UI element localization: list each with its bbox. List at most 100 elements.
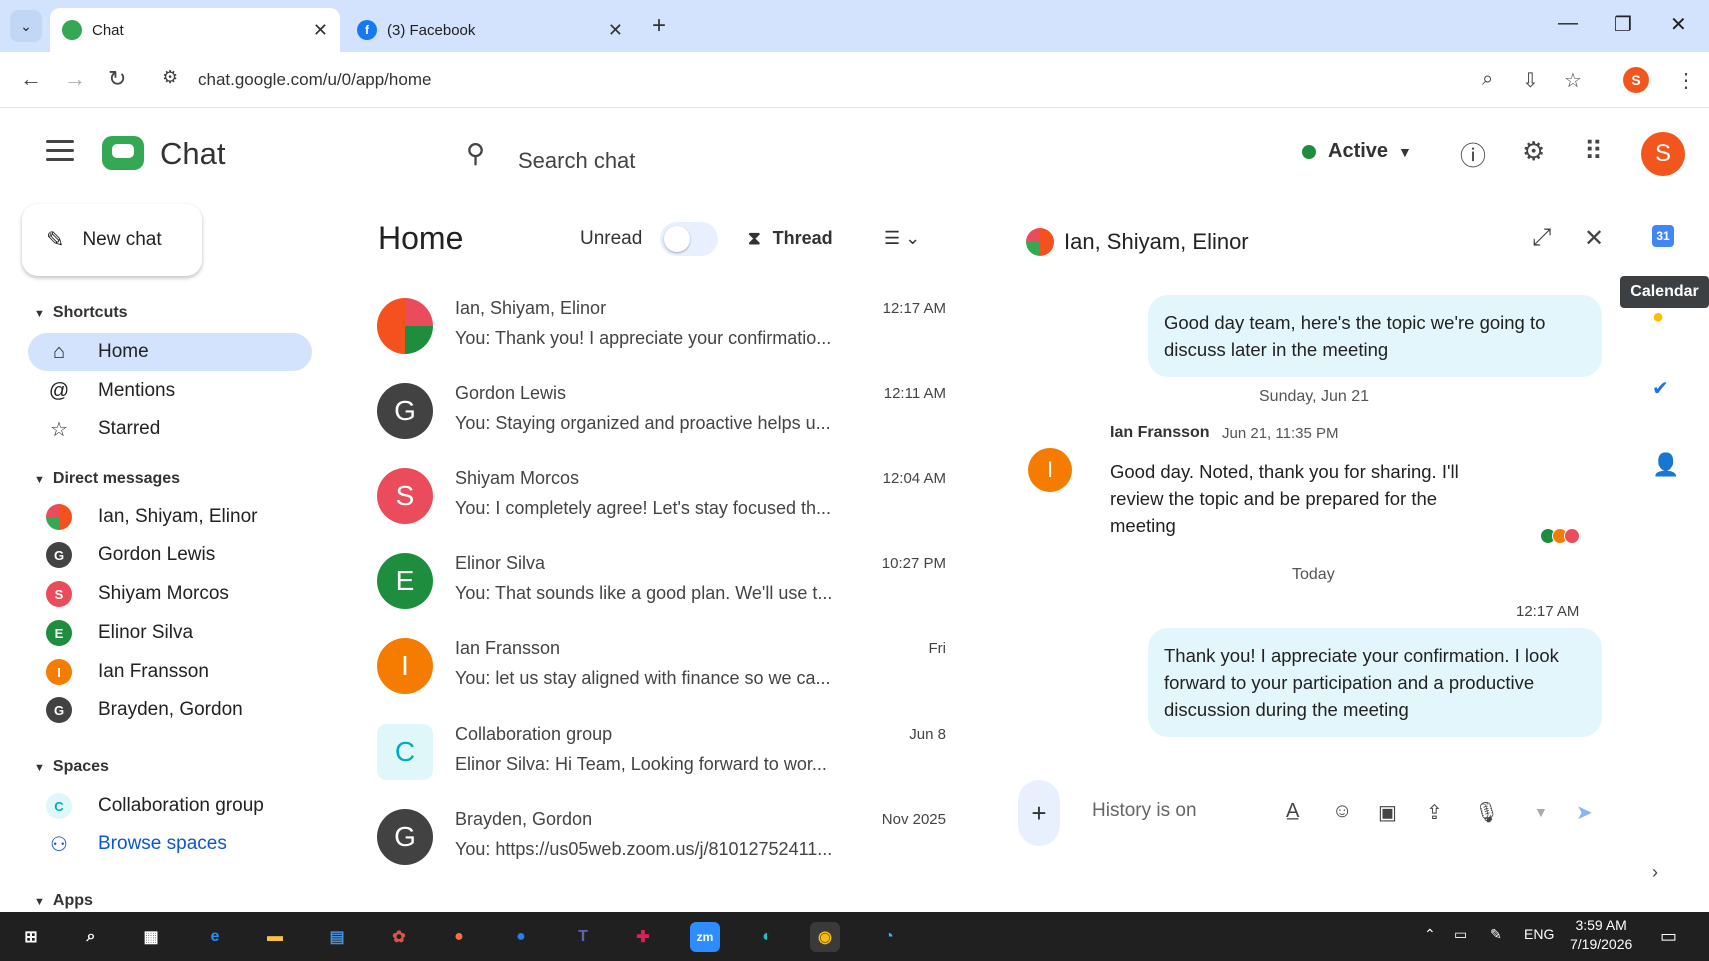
browser-profile-avatar[interactable]: S: [1623, 67, 1649, 93]
zoom-app-icon[interactable]: zm: [690, 922, 720, 952]
close-chat-icon[interactable]: ✕: [1584, 224, 1604, 253]
upload-icon[interactable]: ⇪: [1426, 800, 1443, 825]
slack-icon[interactable]: ✚: [628, 922, 658, 952]
tab-chat[interactable]: Chat ✕: [50, 8, 340, 52]
internet-explorer-icon[interactable]: e: [200, 922, 230, 952]
contacts-icon[interactable]: 👤: [1652, 452, 1679, 478]
file-explorer-icon[interactable]: ▬: [260, 922, 290, 952]
firefox-icon[interactable]: ●: [444, 922, 474, 952]
sender-avatar[interactable]: I: [1028, 448, 1072, 492]
windows-start-icon[interactable]: ⊞: [16, 922, 46, 952]
dm-label: Shiyam Morcos: [98, 583, 229, 604]
paint-icon[interactable]: ✿: [384, 922, 414, 952]
new-tab-button[interactable]: +: [652, 12, 666, 40]
hourglass-icon: ⧗: [748, 228, 761, 248]
dm-item[interactable]: G Brayden, Gordon: [28, 691, 312, 729]
message-input[interactable]: [1092, 800, 1292, 822]
notification-icon[interactable]: ▭: [1660, 926, 1677, 947]
sticker-icon[interactable]: ▣: [1378, 800, 1397, 825]
format-text-icon[interactable]: A̲: [1286, 800, 1299, 823]
conversation-row[interactable]: I Ian Fransson You: let us stay aligned …: [370, 628, 950, 708]
avatar: I: [46, 659, 72, 685]
apps-header[interactable]: ▼ Apps: [34, 892, 93, 910]
tab-facebook[interactable]: f (3) Facebook ✕: [345, 8, 635, 52]
microphone-icon[interactable]: 🎙: [1474, 800, 1499, 825]
calendar-app-button[interactable]: 31: [1652, 225, 1674, 247]
tray-chevron-icon[interactable]: ⌃: [1424, 926, 1436, 943]
avatar: G: [377, 809, 433, 865]
conversation-row[interactable]: G Gordon Lewis You: Staying organized an…: [370, 373, 950, 453]
task-view-icon[interactable]: ▦: [136, 922, 166, 952]
conversation-row[interactable]: Ian, Shiyam, Elinor You: Thank you! I ap…: [370, 288, 950, 368]
chrome-icon[interactable]: ◉: [810, 922, 840, 952]
forward-icon[interactable]: →: [64, 66, 86, 92]
emoji-icon[interactable]: ☺: [1332, 800, 1352, 823]
restore-icon[interactable]: ❐: [1614, 12, 1632, 37]
add-attachment-button[interactable]: +: [1018, 780, 1060, 846]
teams-icon[interactable]: T: [568, 922, 598, 952]
conversation-row[interactable]: C Collaboration group Elinor Silva: Hi T…: [370, 714, 950, 794]
dm-item[interactable]: S Shiyam Morcos: [28, 575, 312, 613]
thread-filter-button[interactable]: ⧗ Thread: [748, 228, 833, 249]
edge-icon[interactable]: ◔: [874, 922, 904, 952]
conversation-row[interactable]: S Shiyam Morcos You: I completely agree!…: [370, 458, 950, 538]
help-icon[interactable]: ⓘ: [1460, 136, 1486, 173]
status-dropdown[interactable]: Active ▼: [1302, 140, 1412, 163]
dm-item[interactable]: Ian, Shiyam, Elinor: [28, 498, 312, 536]
minimize-icon[interactable]: —: [1558, 12, 1578, 35]
unread-toggle[interactable]: [660, 222, 718, 256]
apps-grid-icon[interactable]: ⠿: [1584, 136, 1603, 167]
conversation-name: Elinor Silva: [455, 553, 546, 573]
direct-messages-header[interactable]: ▼ Direct messages: [34, 470, 180, 488]
close-tab-icon[interactable]: ✕: [313, 20, 328, 41]
search-input[interactable]: [518, 148, 818, 174]
spaces-header[interactable]: ▼ Spaces: [34, 758, 109, 776]
back-icon[interactable]: ←: [20, 66, 42, 92]
zoom-icon[interactable]: ⌕: [1482, 68, 1493, 91]
browser-menu-icon[interactable]: ⋮: [1676, 68, 1696, 93]
message-text: Good day. Noted, thank you for sharing. …: [1110, 461, 1459, 536]
browse-spaces-link[interactable]: ⚇ Browse spaces: [28, 825, 312, 863]
keep-icon[interactable]: ●: [1652, 306, 1664, 329]
main-menu-icon[interactable]: [46, 140, 74, 167]
tasks-icon[interactable]: ✔: [1652, 376, 1669, 401]
conversation-row[interactable]: E Elinor Silva You: That sounds like a g…: [370, 543, 950, 623]
sidebar-item-home[interactable]: ⌂ Home: [28, 333, 312, 371]
shortcuts-header[interactable]: ▼ Shortcuts: [34, 304, 128, 322]
search-icon[interactable]: ⌕: [76, 922, 106, 952]
install-app-icon[interactable]: ⇩: [1522, 68, 1539, 93]
thunderbird-icon[interactable]: ●: [506, 922, 536, 952]
chevron-down-icon[interactable]: ▼: [1534, 804, 1548, 820]
search-icon[interactable]: ⚲: [466, 138, 485, 169]
conversation-time: 12:17 AM: [882, 300, 946, 317]
pen-icon[interactable]: ✎: [1490, 926, 1502, 943]
space-item[interactable]: C Collaboration group: [28, 787, 312, 825]
network-icon[interactable]: ▭: [1454, 926, 1467, 943]
settings-gear-icon[interactable]: ⚙: [1522, 136, 1545, 167]
sidebar-item-starred[interactable]: ☆ Starred: [28, 410, 312, 448]
bookmark-star-icon[interactable]: ☆: [1564, 68, 1582, 93]
expand-icon[interactable]: ⤢: [1532, 224, 1551, 252]
sidebar-item-mentions[interactable]: @ Mentions: [28, 372, 312, 410]
url-text[interactable]: chat.google.com/u/0/app/home: [198, 70, 431, 90]
dm-item[interactable]: I Ian Fransson: [28, 653, 312, 691]
reload-icon[interactable]: ↻: [108, 66, 126, 92]
close-window-icon[interactable]: ✕: [1670, 12, 1687, 37]
view-density-dropdown[interactable]: ☰ ⌄: [884, 228, 920, 249]
send-icon[interactable]: ➤: [1576, 800, 1593, 825]
dm-item[interactable]: E Elinor Silva: [28, 614, 312, 652]
close-tab-icon[interactable]: ✕: [608, 20, 623, 41]
account-avatar[interactable]: S: [1641, 132, 1685, 176]
notepad-icon[interactable]: ▤: [322, 922, 352, 952]
cortana-icon[interactable]: ◐: [752, 922, 782, 952]
tab-search-button[interactable]: ⌄: [10, 10, 42, 42]
windows-taskbar: [0, 912, 1709, 961]
new-chat-button[interactable]: ✎ New chat: [22, 204, 202, 276]
chat-header[interactable]: Ian, Shiyam, Elinor: [1026, 228, 1249, 256]
conversation-row[interactable]: G Brayden, Gordon You: https://us05web.z…: [370, 799, 950, 879]
site-info-icon[interactable]: ⚙: [162, 67, 178, 88]
language-indicator[interactable]: ENG: [1524, 926, 1554, 942]
dm-item[interactable]: G Gordon Lewis: [28, 536, 312, 574]
taskbar-clock[interactable]: 3:59 AM 7/19/2026: [1570, 916, 1632, 954]
expand-rail-icon[interactable]: ›: [1652, 862, 1658, 883]
